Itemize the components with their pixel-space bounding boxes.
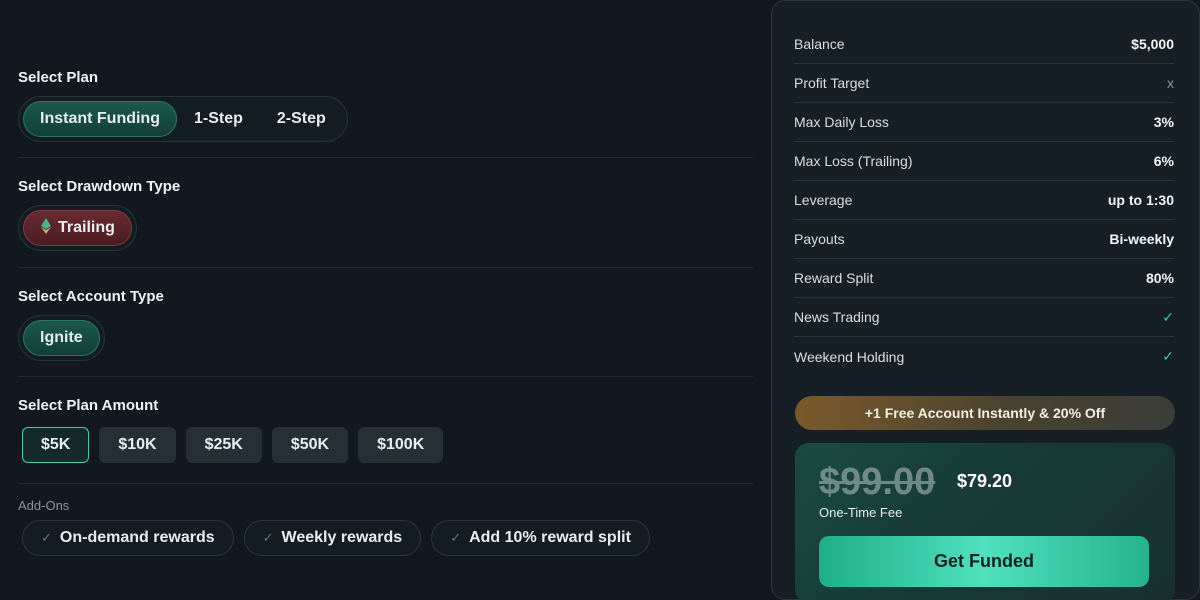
get-funded-button[interactable]: Get Funded (819, 536, 1149, 587)
promo-banner: +1 Free Account Instantly & 20% Off (795, 396, 1175, 430)
price-card: $99.00 $79.20 One-Time Fee Get Funded (795, 443, 1175, 600)
amount-section-title: Select Plan Amount (18, 397, 159, 414)
row-value: up to 1:30 (1107, 192, 1174, 208)
addon-on-demand-rewards[interactable]: ✓ On-demand rewards (22, 520, 234, 556)
row-label: Balance (794, 36, 845, 52)
check-icon: ✓ (262, 530, 274, 545)
row-label: Weekend Holding (794, 348, 905, 365)
addon-reward-split[interactable]: ✓ Add 10% reward split (431, 520, 650, 556)
amount-option-100k[interactable]: $100K (358, 427, 444, 463)
amount-option-10k[interactable]: $10K (99, 427, 176, 463)
summary-row-reward-split: Reward Split 80% (794, 259, 1174, 298)
summary-row-balance: Balance $5,000 (794, 25, 1174, 64)
divider (18, 483, 753, 484)
plan-section-title: Select Plan (18, 69, 99, 86)
addon-weekly-rewards[interactable]: ✓ Weekly rewards (243, 520, 422, 556)
plan-option-instant-funding[interactable]: Instant Funding (23, 101, 177, 137)
plan-selector: Instant Funding 1-Step 2-Step (18, 96, 348, 142)
summary-row-max-loss: Max Loss (Trailing) 6% (794, 142, 1174, 181)
amount-option-25k[interactable]: $25K (185, 427, 262, 463)
new-price: $79.20 (957, 471, 1013, 491)
check-icon: ✓ (1162, 348, 1174, 364)
amount-selector: $5K $10K $25K $50K $100K (22, 427, 444, 463)
row-value: x (1167, 75, 1174, 91)
divider (18, 376, 753, 377)
summary-row-max-daily-loss: Max Daily Loss 3% (794, 103, 1174, 142)
amount-option-5k[interactable]: $5K (22, 427, 90, 463)
drawdown-selector: Trailing (18, 205, 137, 251)
addons-list: ✓ On-demand rewards ✓ Weekly rewards ✓ A… (22, 520, 650, 556)
plan-option-2-step[interactable]: 2-Step (260, 101, 343, 137)
row-value: 80% (1145, 270, 1174, 286)
addons-title: Add-Ons (18, 498, 70, 513)
addon-label: On-demand rewards (59, 529, 215, 546)
row-label: Max Daily Loss (794, 114, 889, 130)
row-value: Bi-weekly (1109, 231, 1174, 247)
summary-row-weekend-holding: Weekend Holding ✓ (794, 337, 1174, 376)
drawdown-section-title: Select Drawdown Type (18, 178, 181, 195)
summary-panel: Balance $5,000 Profit Target x Max Daily… (771, 0, 1200, 600)
row-label: Leverage (794, 192, 853, 208)
row-label: News Trading (794, 309, 880, 325)
divider (18, 157, 753, 158)
fee-label: One-Time Fee (819, 505, 903, 520)
summary-row-leverage: Leverage up to 1:30 (794, 181, 1174, 220)
plan-option-1-step[interactable]: 1-Step (177, 101, 260, 137)
account-section-title: Select Account Type (18, 288, 164, 305)
trailing-icon (40, 217, 52, 240)
amount-option-50k[interactable]: $50K (271, 427, 349, 463)
summary-row-profit-target: Profit Target x (794, 64, 1174, 103)
row-label: Reward Split (794, 270, 874, 286)
row-label: Max Loss (Trailing) (794, 153, 913, 169)
old-price: $99.00 (819, 461, 936, 503)
row-label: Profit Target (794, 75, 870, 91)
addon-label: Add 10% reward split (469, 529, 631, 546)
row-label: Payouts (794, 231, 845, 247)
check-icon: ✓ (1162, 308, 1174, 325)
account-option-ignite[interactable]: Ignite (23, 320, 100, 356)
addon-label: Weekly rewards (281, 529, 403, 546)
account-selector: Ignite (18, 315, 105, 361)
check-icon: ✓ (41, 530, 52, 545)
summary-row-payouts: Payouts Bi-weekly (794, 220, 1174, 259)
summary-row-news-trading: News Trading ✓ (794, 298, 1174, 337)
row-value: 3% (1153, 114, 1174, 130)
divider (18, 267, 753, 268)
summary-table: Balance $5,000 Profit Target x Max Daily… (794, 25, 1174, 376)
drawdown-option-trailing[interactable]: Trailing (23, 210, 132, 246)
row-value: $5,000 (1131, 36, 1174, 52)
drawdown-option-label: Trailing (58, 219, 115, 236)
check-icon: ✓ (450, 530, 462, 545)
row-value: 6% (1153, 153, 1174, 169)
